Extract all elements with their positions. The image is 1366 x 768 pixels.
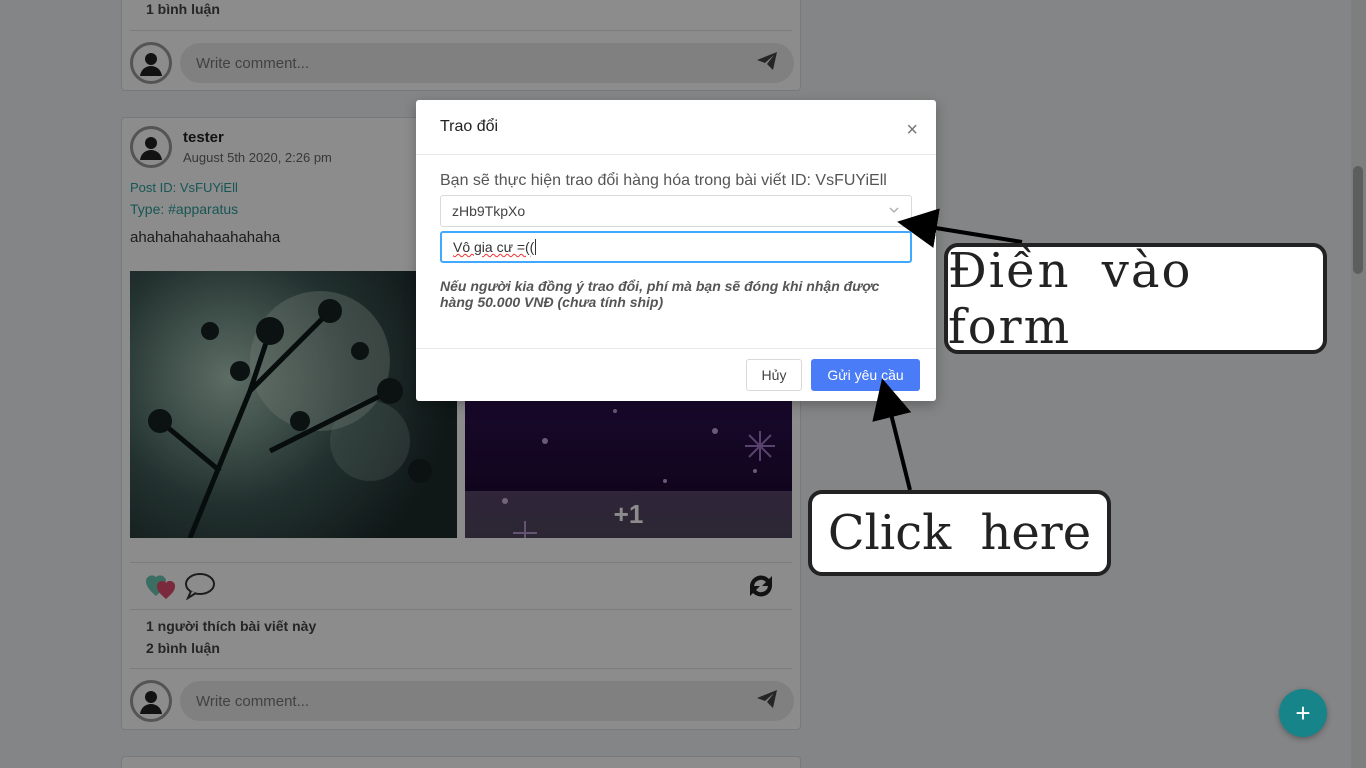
add-post-button[interactable]: + [1279,689,1327,737]
callout-click-here: Click here [808,490,1111,576]
callout-click-here-text: Click here [827,505,1092,561]
annotation-arrows [872,208,1023,491]
callout-fill-form-text: Điền vào form [948,242,1193,355]
callout-fill-form: Điền vào form [944,242,1327,355]
arrow-to-form [897,208,1023,248]
arrow-to-button [872,378,912,491]
